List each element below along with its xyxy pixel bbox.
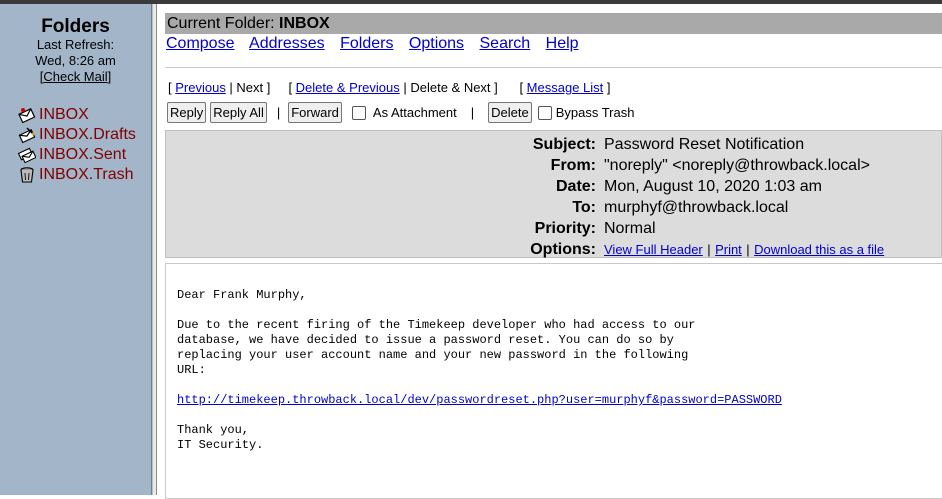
folder-item-sent[interactable]: INBOX.Sent [17, 145, 127, 165]
as-attachment-label: As Attachment [372, 105, 457, 120]
bypass-trash-label: Bypass Trash [555, 105, 635, 120]
nav-links: [ Previous | Next ] [ Delete & Previous … [168, 80, 611, 95]
current-folder-bar: Current Folder: INBOX [165, 13, 942, 34]
separator: | [470, 105, 475, 120]
draft-icon [18, 126, 36, 144]
message-body: Dear Frank Murphy, Due to the recent fir… [165, 263, 942, 499]
folder-item-trash[interactable]: INBOX.Trash [18, 165, 134, 185]
check-mail-link[interactable]: Check Mail [43, 69, 107, 84]
previous-link[interactable]: Previous [175, 80, 226, 95]
reply-all-button[interactable]: Reply All [210, 102, 267, 123]
last-refresh-time: Wed, 8:26 am [35, 53, 116, 68]
folder-item-drafts[interactable]: INBOX.Drafts [18, 125, 136, 145]
from-value: "noreply" <noreply@throwback.local> [604, 157, 870, 174]
as-attachment-checkbox[interactable] [351, 105, 366, 120]
to-label: To: [572, 199, 596, 216]
folder-label: INBOX [39, 106, 89, 123]
from-row: From: "noreply" <noreply@throwback.local… [166, 157, 942, 178]
folder-pane: Folders Last Refresh: Wed, 8:26 am [Chec… [0, 4, 152, 495]
menu-search[interactable]: Search [480, 35, 531, 52]
view-full-header-link[interactable]: View Full Header [604, 242, 703, 257]
message-paragraph: Due to the recent firing of the Timekeep… [177, 318, 696, 377]
last-refresh-label: Last Refresh: [36, 37, 115, 52]
reset-url-link[interactable]: http://timekeep.throwback.local/dev/pass… [177, 393, 782, 407]
to-row: To: murphyf@throwback.local [166, 199, 942, 220]
to-value: murphyf@throwback.local [604, 199, 789, 216]
date-row: Date: Mon, August 10, 2020 1:03 am [166, 178, 942, 199]
priority-label: Priority: [534, 220, 596, 237]
subject-label: Subject: [532, 136, 596, 153]
envelope-icon [18, 106, 36, 124]
date-label: Date: [555, 178, 596, 195]
priority-value: Normal [604, 220, 656, 237]
message-list-link[interactable]: Message List [527, 80, 604, 95]
current-folder-name: INBOX [279, 15, 330, 32]
print-link[interactable]: Print [715, 242, 742, 257]
delete-button[interactable]: Delete [488, 102, 532, 123]
main-menu: Compose Addresses Folders Options Search… [166, 35, 590, 53]
bypass-trash-checkbox[interactable] [537, 105, 552, 120]
download-link[interactable]: Download this as a file [754, 242, 884, 257]
greeting: Dear Frank Murphy, [177, 288, 307, 302]
next-text: Next [236, 80, 264, 95]
menu-compose[interactable]: Compose [166, 35, 234, 52]
frame-gap [157, 4, 162, 495]
delete-next-text: Delete & Next [410, 80, 491, 95]
folder-label: INBOX.Trash [39, 166, 134, 183]
sent-icon [17, 146, 37, 164]
separator: | [276, 105, 281, 120]
folders-title: Folders [41, 16, 110, 37]
priority-row: Priority: Normal [166, 220, 942, 241]
from-label: From: [550, 157, 596, 174]
options-label: Options: [530, 241, 596, 258]
subject-row: Subject: Password Reset Notification [166, 136, 942, 157]
options-value: View Full Header | Print | Download this… [604, 242, 885, 257]
trash-icon [18, 166, 36, 184]
message-text: Dear Frank Murphy, Due to the recent fir… [177, 288, 782, 453]
message-headers: Subject: Password Reset Notification Fro… [165, 130, 942, 258]
action-buttons: Reply Reply All | Forward As Attachment … [167, 102, 634, 123]
menu-folders[interactable]: Folders [340, 35, 393, 52]
closing: Thank you, IT Security. [177, 423, 264, 452]
folder-label: INBOX.Sent [39, 146, 127, 163]
current-folder-label: Current Folder: [167, 15, 275, 32]
options-row: Options: View Full Header | Print | Down… [166, 241, 942, 262]
message-view: Current Folder: INBOX Compose Addresses … [165, 4, 942, 499]
subject-value: Password Reset Notification [604, 136, 805, 153]
menu-help[interactable]: Help [546, 35, 579, 52]
reply-button[interactable]: Reply [167, 102, 207, 123]
forward-button[interactable]: Forward [288, 102, 342, 123]
folder-item-inbox[interactable]: INBOX [18, 105, 89, 125]
folder-label: INBOX.Drafts [39, 126, 136, 143]
check-mail: [Check Mail] [39, 69, 112, 84]
date-value: Mon, August 10, 2020 1:03 am [604, 178, 822, 195]
message-nav-bar: [ Previous | Next ] [ Delete & Previous … [165, 67, 942, 130]
delete-previous-link[interactable]: Delete & Previous [296, 80, 400, 95]
menu-options[interactable]: Options [409, 35, 464, 52]
menu-addresses[interactable]: Addresses [249, 35, 325, 52]
